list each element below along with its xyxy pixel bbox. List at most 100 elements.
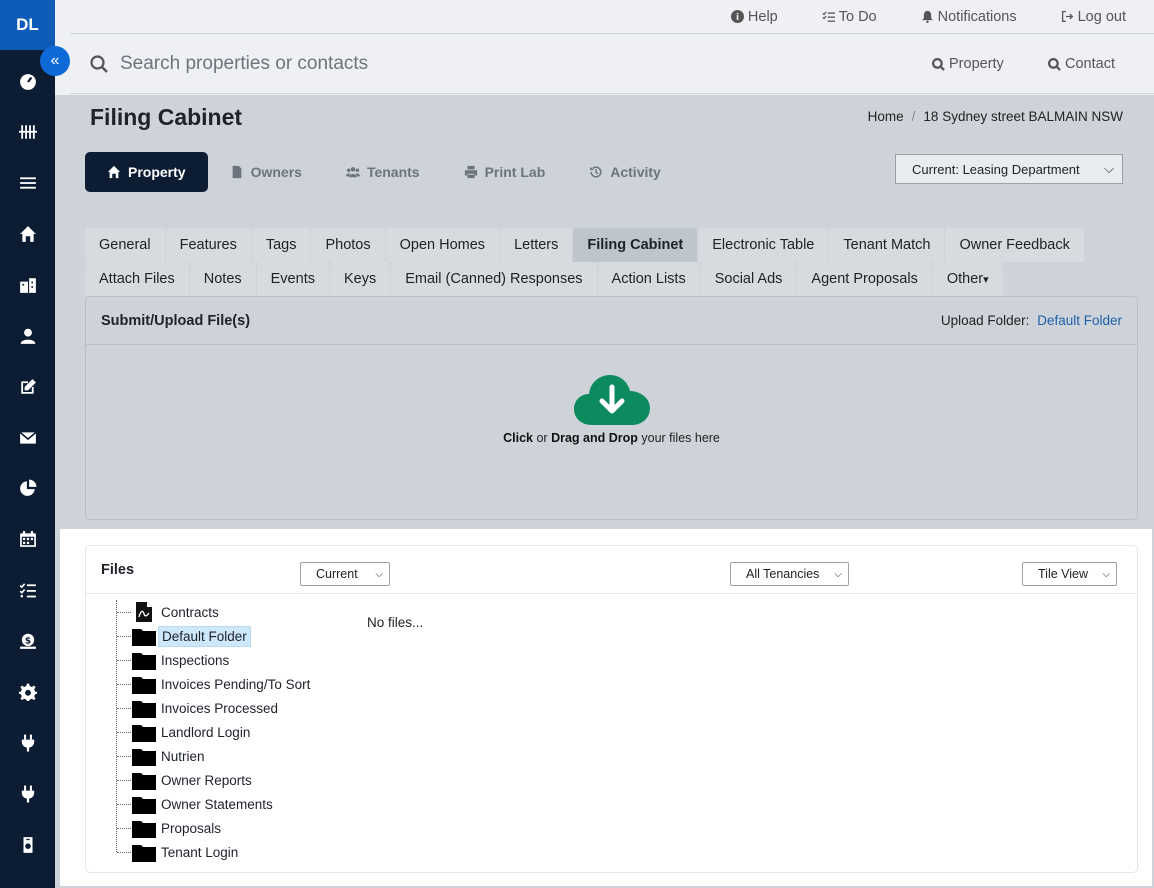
upload-folder-link[interactable]: Default Folder <box>1037 313 1122 328</box>
folder-tree-item[interactable]: Inspections <box>116 648 356 672</box>
help-link[interactable]: i Help <box>730 8 778 25</box>
sidebar-collapse-button[interactable]: « <box>40 46 70 76</box>
section-tab-attach-files[interactable]: Attach Files <box>85 262 189 296</box>
breadcrumb-home[interactable]: Home <box>868 109 904 124</box>
files-panel: Files Current ⌵ All Tenancies ⌵ Tile View ⌵… <box>85 545 1138 873</box>
money-icon[interactable]: $ <box>0 621 55 661</box>
breadcrumb-property[interactable]: 18 Sydney street BALMAIN NSW <box>923 109 1123 124</box>
section-tab-email-canned-responses[interactable]: Email (Canned) Responses <box>391 262 597 296</box>
search-bar: Property Contact <box>70 34 1154 94</box>
top-bar: i Help To Do Notifications Log out <box>70 0 1154 34</box>
folder-tree-item[interactable]: Tenant Login <box>116 840 356 864</box>
phone-icon[interactable] <box>0 825 55 865</box>
edit-icon[interactable] <box>0 367 55 407</box>
section-tab-agent-proposals[interactable]: Agent Proposals <box>797 262 932 296</box>
cloud-download-icon <box>574 375 650 425</box>
search-contact-button[interactable]: Contact <box>1048 56 1115 72</box>
folder-tree-item[interactable]: Nutrien <box>116 744 356 768</box>
search-property-button[interactable]: Property <box>932 56 1004 72</box>
folder-tree-item[interactable]: Invoices Pending/To Sort <box>116 672 356 696</box>
home-icon[interactable] <box>0 214 55 254</box>
section-tab-notes[interactable]: Notes <box>189 262 256 296</box>
todo-link[interactable]: To Do <box>822 9 877 25</box>
section-tab-photos[interactable]: Photos <box>311 228 385 262</box>
folder-tree-item[interactable]: Owner Statements <box>116 792 356 816</box>
pie-chart-icon[interactable] <box>0 468 55 508</box>
search-contact-label: Contact <box>1065 56 1115 72</box>
section-tab-social-ads[interactable]: Social Ads <box>700 262 797 296</box>
plug-icon[interactable] <box>0 723 55 763</box>
tab-tenants[interactable]: Tenants <box>324 152 442 192</box>
mail-icon[interactable] <box>0 418 55 458</box>
folder-tree-item[interactable]: Owner Reports <box>116 768 356 792</box>
printer-icon <box>464 165 477 179</box>
department-select[interactable]: Current: Leasing Department ⌵ <box>895 154 1123 184</box>
section-tab-general[interactable]: General <box>85 228 165 262</box>
section-tab-events[interactable]: Events <box>256 262 329 296</box>
section-tab-electronic-table[interactable]: Electronic Table <box>698 228 829 262</box>
logout-link[interactable]: Log out <box>1061 9 1126 25</box>
upload-folder: Upload Folder: Default Folder <box>941 313 1122 328</box>
notifications-link[interactable]: Notifications <box>921 9 1017 25</box>
folder-icon <box>132 797 156 814</box>
section-tab-tenant-match[interactable]: Tenant Match <box>829 228 945 262</box>
chevron-down-icon: ⌵ <box>375 568 383 580</box>
tab-property[interactable]: Property <box>85 152 208 192</box>
tab-owners[interactable]: Owners <box>208 152 324 192</box>
search-input[interactable] <box>120 52 720 75</box>
chevron-down-icon: ⌵ <box>1104 161 1114 176</box>
svg-text:$: $ <box>24 636 30 646</box>
folder-tree-item[interactable]: Invoices Processed <box>116 696 356 720</box>
view-mode-select-value: Tile View <box>1038 567 1089 581</box>
user-initials-avatar[interactable]: DL <box>0 0 55 50</box>
tasks-icon[interactable] <box>0 570 55 610</box>
folder-icon <box>132 773 156 790</box>
file-icon <box>232 165 241 179</box>
calendar-icon[interactable] <box>0 519 55 559</box>
folder-tree-label: Default Folder <box>158 625 251 647</box>
tree-branch-line <box>117 732 131 733</box>
search-icon <box>932 57 945 71</box>
section-tab-owner-feedback[interactable]: Owner Feedback <box>945 228 1084 262</box>
tenancy-select-value: All Tenancies <box>746 567 820 581</box>
tree-branch-line <box>117 660 131 661</box>
section-tab-keys[interactable]: Keys <box>329 262 391 296</box>
help-label: Help <box>747 8 778 25</box>
file-status-select[interactable]: Current ⌵ <box>300 562 390 586</box>
section-tab-tags[interactable]: Tags <box>251 228 311 262</box>
folder-tree-item[interactable]: Landlord Login <box>116 720 356 744</box>
view-mode-select[interactable]: Tile View ⌵ <box>1022 562 1117 586</box>
tenancy-select[interactable]: All Tenancies ⌵ <box>730 562 849 586</box>
file-dropzone[interactable]: Click or Drag and Drop your files here <box>86 345 1137 520</box>
section-tab-open-homes[interactable]: Open Homes <box>385 228 500 262</box>
menu-icon[interactable] <box>0 163 55 203</box>
tree-branch-line <box>117 636 131 637</box>
breadcrumb: Home / 18 Sydney street BALMAIN NSW <box>868 109 1123 124</box>
tree-branch-line <box>117 684 131 685</box>
folder-icon <box>132 677 156 694</box>
section-tab-action-lists[interactable]: Action Lists <box>597 262 700 296</box>
empty-files-message: No files... <box>367 615 424 630</box>
tab-owners-label: Owners <box>250 164 302 180</box>
tab-print-lab[interactable]: Print Lab <box>442 152 568 192</box>
section-tab-features[interactable]: Features <box>165 228 251 262</box>
folder-tree-item[interactable]: Contracts <box>116 600 356 624</box>
user-icon[interactable] <box>0 316 55 356</box>
settings-icon[interactable] <box>0 672 55 712</box>
files-panel-title: Files <box>101 562 135 578</box>
building-icon[interactable] <box>0 265 55 305</box>
section-tab-filing-cabinet[interactable]: Filing Cabinet <box>573 228 698 262</box>
tree-branch-line <box>117 612 131 613</box>
section-tab-letters[interactable]: Letters <box>500 228 573 262</box>
folder-tree-item[interactable]: Proposals <box>116 816 356 840</box>
search-icon <box>90 54 108 73</box>
notifications-label: Notifications <box>937 8 1017 25</box>
plug-icon[interactable] <box>0 774 55 814</box>
folder-tree-label: Inspections <box>161 652 230 668</box>
section-tab-other[interactable]: Other ▾ <box>932 262 1003 296</box>
tally-icon[interactable] <box>0 112 55 152</box>
sidebar: DL $ <box>0 0 55 888</box>
folder-tree-item[interactable]: Default Folder <box>116 624 356 648</box>
tree-branch-line <box>117 804 131 805</box>
tab-activity[interactable]: Activity <box>567 152 683 192</box>
